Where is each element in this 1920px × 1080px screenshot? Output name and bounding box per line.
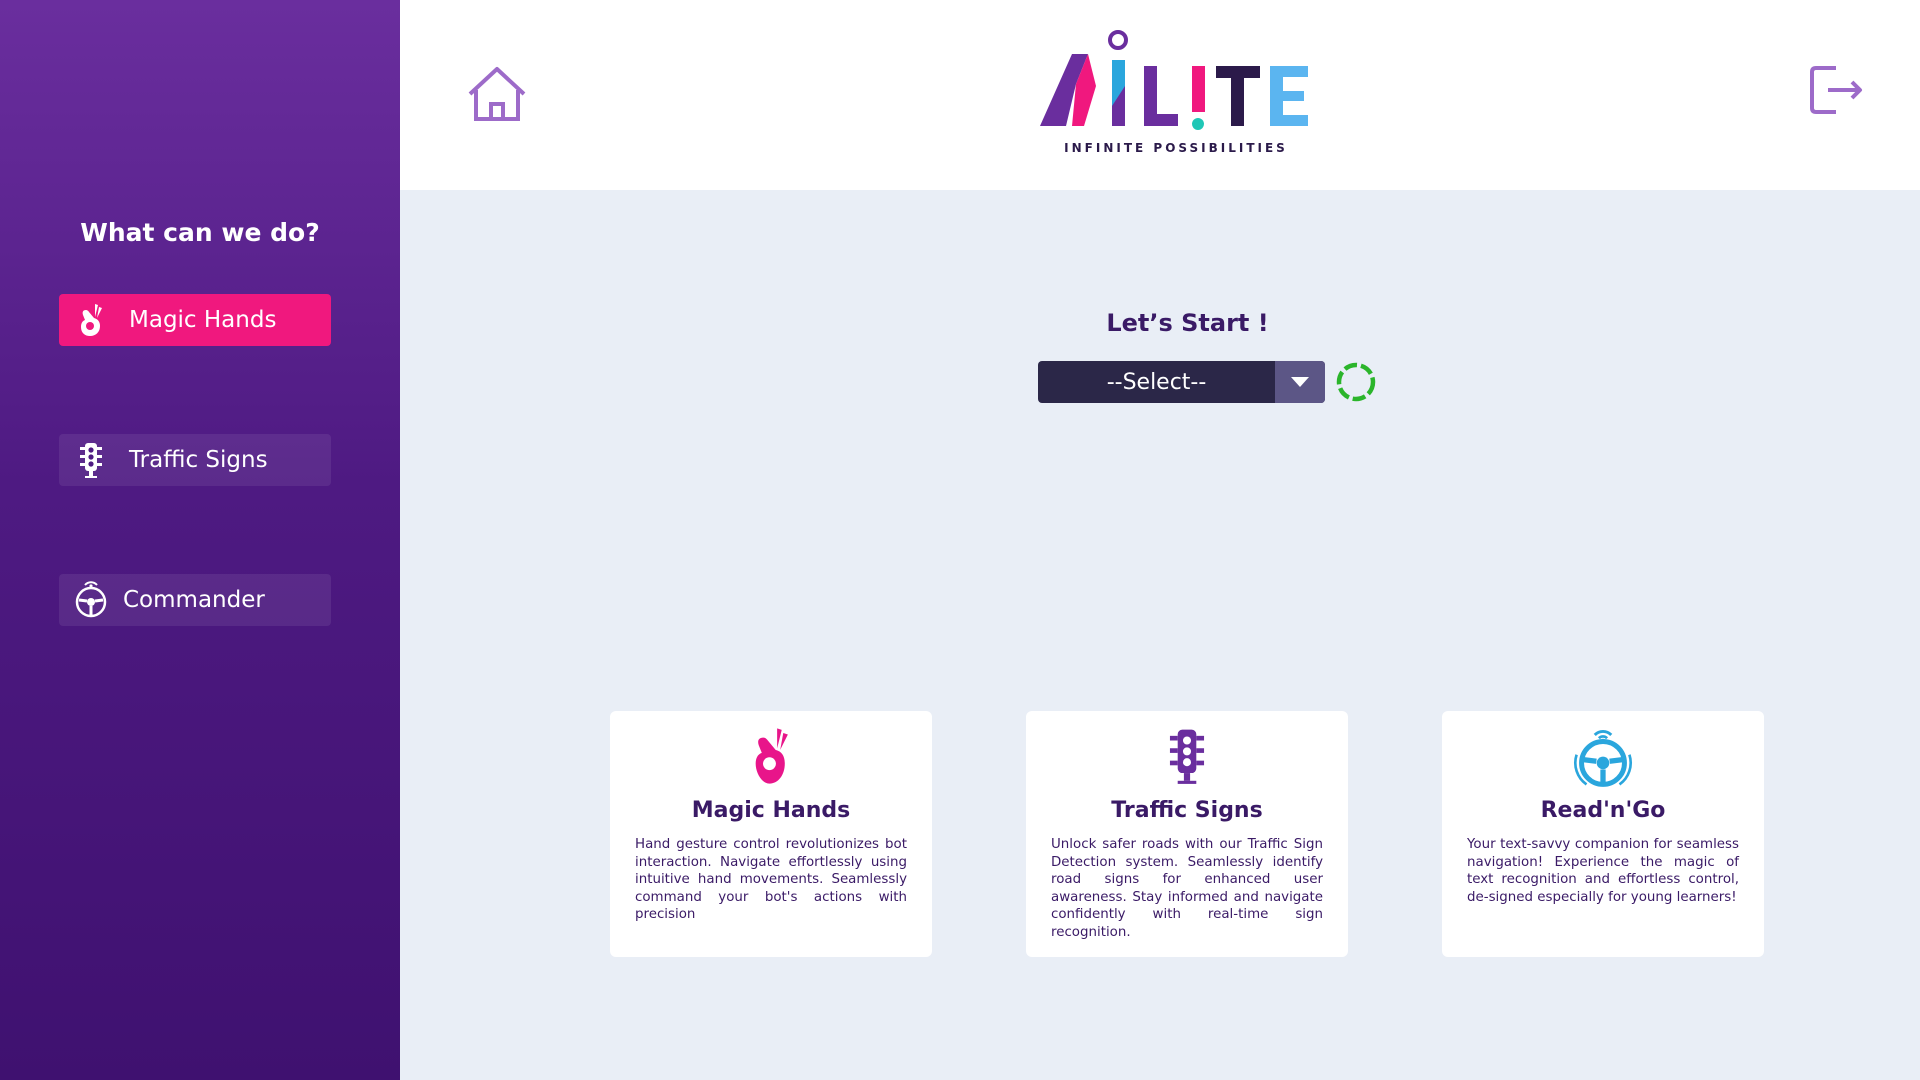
card-description: Your text-savvy companion for seamless n… (1467, 837, 1739, 905)
sidebar-item-label: Commander (123, 587, 265, 613)
start-heading: Let’s Start ! (1106, 309, 1269, 337)
sidebar-item-traffic-signs[interactable]: Traffic Signs (59, 434, 331, 486)
card-description: Hand gesture control revolutionizes bot … (635, 837, 907, 923)
loading-spinner (1335, 361, 1377, 403)
card-description: Unlock safer roads with our Traffic Sign… (1051, 837, 1323, 940)
steering-wheel-icon (71, 580, 111, 620)
app-logo: INFINITE POSSIBILITIES (1036, 26, 1316, 161)
sidebar-title: What can we do? (80, 218, 320, 247)
sidebar-item-commander[interactable]: Commander (59, 574, 331, 626)
logo-tagline: INFINITE POSSIBILITIES (1064, 141, 1288, 155)
card-title: Traffic Signs (1111, 798, 1263, 823)
hand-gesture-icon (71, 300, 111, 340)
select-value: --Select-- (1106, 369, 1207, 395)
card-title: Magic Hands (691, 798, 851, 823)
sidebar-item-label: Traffic Signs (129, 447, 268, 473)
traffic-light-icon (1026, 725, 1348, 791)
sidebar: What can we do? Magic Hands Traffic Sign… (0, 0, 400, 1080)
steering-wheel-icon (1442, 725, 1764, 791)
hand-gesture-icon (610, 725, 932, 791)
header: INFINITE POSSIBILITIES (400, 0, 1920, 190)
card-title: Read'n'Go (1540, 798, 1666, 823)
sidebar-item-label: Magic Hands (129, 307, 277, 333)
chevron-down-icon[interactable] (1275, 361, 1325, 403)
feature-card-read-n-go[interactable]: Read'n'Go Your text-savvy companion for … (1442, 711, 1764, 957)
feature-card-magic-hands[interactable]: Magic Hands Hand gesture control revolut… (610, 711, 932, 957)
home-icon[interactable] (466, 66, 528, 122)
mode-select[interactable]: --Select-- (1038, 361, 1325, 403)
sidebar-item-magic-hands[interactable]: Magic Hands (59, 294, 331, 346)
logout-icon[interactable] (1808, 62, 1864, 118)
feature-card-traffic-signs[interactable]: Traffic Signs Unlock safer roads with ou… (1026, 711, 1348, 957)
traffic-light-icon (71, 440, 111, 480)
